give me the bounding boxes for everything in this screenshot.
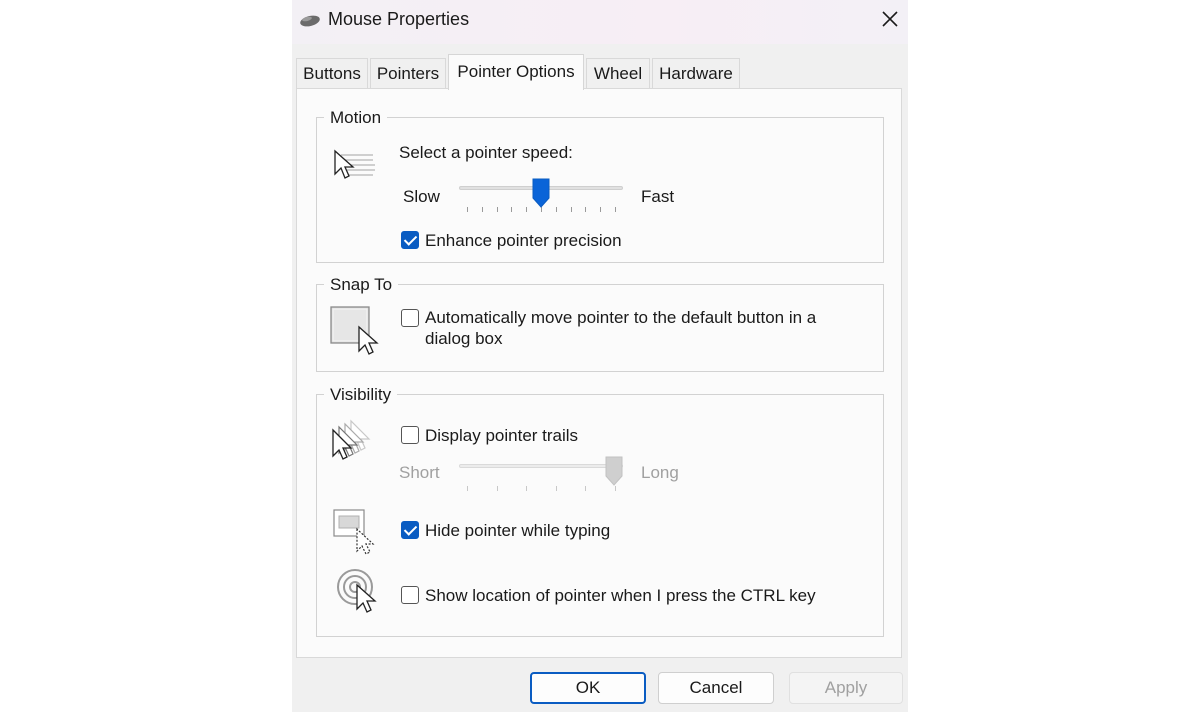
tab-pointer-options[interactable]: Pointer Options [448,54,584,90]
pointer-trails-icon [331,419,385,468]
slider-tick [496,486,498,491]
slow-label: Slow [403,187,440,206]
apply-button[interactable]: Apply [789,672,903,704]
motion-legend: Motion [324,108,388,128]
enhance-pointer-precision-label: Enhance pointer precision [425,231,622,250]
slider-tick [585,486,587,491]
title-bar: Mouse Properties [292,0,908,44]
snap-to-button-icon [329,305,383,360]
slider-tick [467,486,468,491]
snap-to-default-button-checkbox[interactable] [401,309,419,327]
pointer-speed-label: Select a pointer speed: [399,143,573,162]
window-title: Mouse Properties [328,9,470,29]
slider-tick [526,486,528,491]
display-pointer-trails-label: Display pointer trails [425,426,579,445]
visibility-legend: Visibility [324,385,398,405]
close-button[interactable] [874,6,906,34]
show-pointer-location-label: Show location of pointer when I press th… [425,586,816,605]
pointer-speed-slider-thumb[interactable] [532,178,550,213]
slider-tick [615,207,616,212]
enhance-pointer-precision-checkbox[interactable] [401,231,419,249]
hide-while-typing-icon [333,509,379,560]
mouse-icon [298,12,322,33]
slider-tick [555,207,557,212]
slider-tick [585,207,587,212]
trail-long-label: Long [641,463,679,482]
fast-label: Fast [641,187,675,206]
pointer-speed-icon [333,147,377,188]
ok-button[interactable]: OK [530,672,646,704]
snap-to-default-button-label: Automatically move pointer to the defaul… [425,308,817,348]
slider-tick [467,207,468,212]
trail-short-label: Short [399,463,440,482]
slider-tick [600,207,602,212]
pointer-options-panel: Motion Select a pointer speed: Slow Fast [296,88,902,658]
display-pointer-trails-checkbox[interactable] [401,426,419,444]
hide-pointer-while-typing-label: Hide pointer while typing [425,521,611,540]
slider-tick [511,207,513,212]
slider-tick [481,207,483,212]
tab-wheel[interactable]: Wheel [586,58,650,88]
show-pointer-location-checkbox[interactable] [401,586,419,604]
trail-length-track[interactable] [459,464,623,468]
tab-pointers[interactable]: Pointers [370,58,446,88]
slider-tick [555,486,557,491]
cancel-button[interactable]: Cancel [658,672,774,704]
show-pointer-location-icon [337,567,381,618]
mouse-properties-window: Mouse Properties Buttons Pointers Pointe… [292,0,908,712]
hide-pointer-while-typing-checkbox[interactable] [401,521,419,539]
close-icon [882,11,898,27]
tab-buttons[interactable]: Buttons [296,58,368,88]
slider-tick [570,207,572,212]
tab-hardware[interactable]: Hardware [652,58,740,88]
slider-tick [526,207,528,212]
trail-length-slider-thumb[interactable] [605,456,623,491]
slider-tick [496,207,498,212]
snap-to-legend: Snap To [324,275,399,295]
